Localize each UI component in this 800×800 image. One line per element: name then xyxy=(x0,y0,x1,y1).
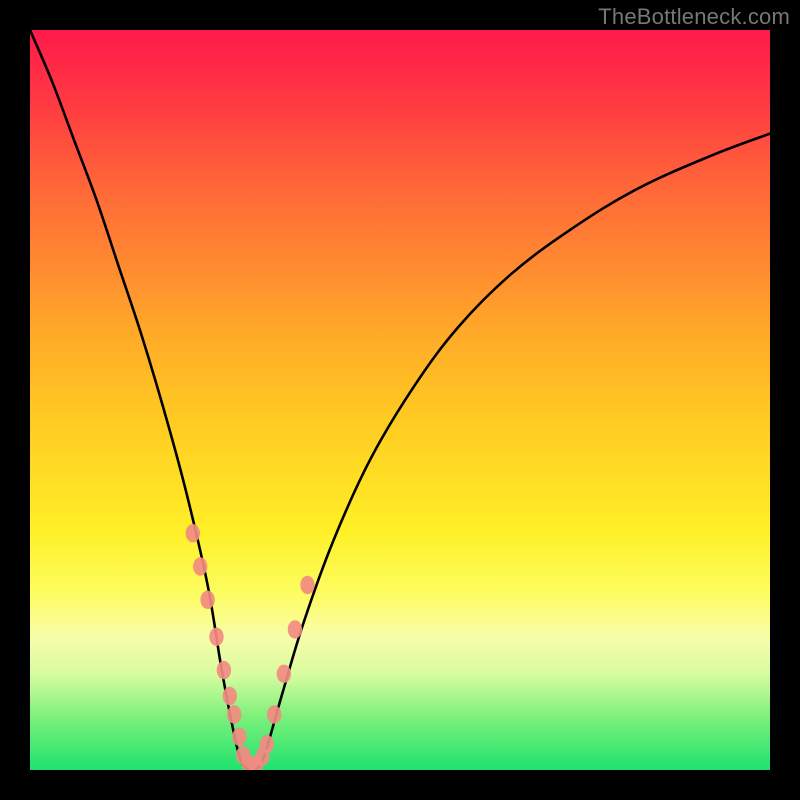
sample-dot xyxy=(186,524,200,542)
sample-dot xyxy=(193,557,207,575)
sample-dot xyxy=(260,735,274,753)
sample-dot xyxy=(232,728,246,746)
curve-layer xyxy=(30,30,770,770)
plot-area xyxy=(30,30,770,770)
sample-dot xyxy=(227,705,241,723)
sample-dot xyxy=(288,620,302,638)
chart-frame: TheBottleneck.com xyxy=(0,0,800,800)
sample-dot xyxy=(200,591,214,609)
sample-dot xyxy=(209,628,223,646)
bottleneck-curve xyxy=(30,30,770,770)
sample-dot xyxy=(217,661,231,679)
sample-dot xyxy=(300,576,314,594)
watermark-text: TheBottleneck.com xyxy=(598,4,790,30)
sample-dot xyxy=(277,665,291,683)
sample-dot xyxy=(223,687,237,705)
sample-dot xyxy=(267,705,281,723)
